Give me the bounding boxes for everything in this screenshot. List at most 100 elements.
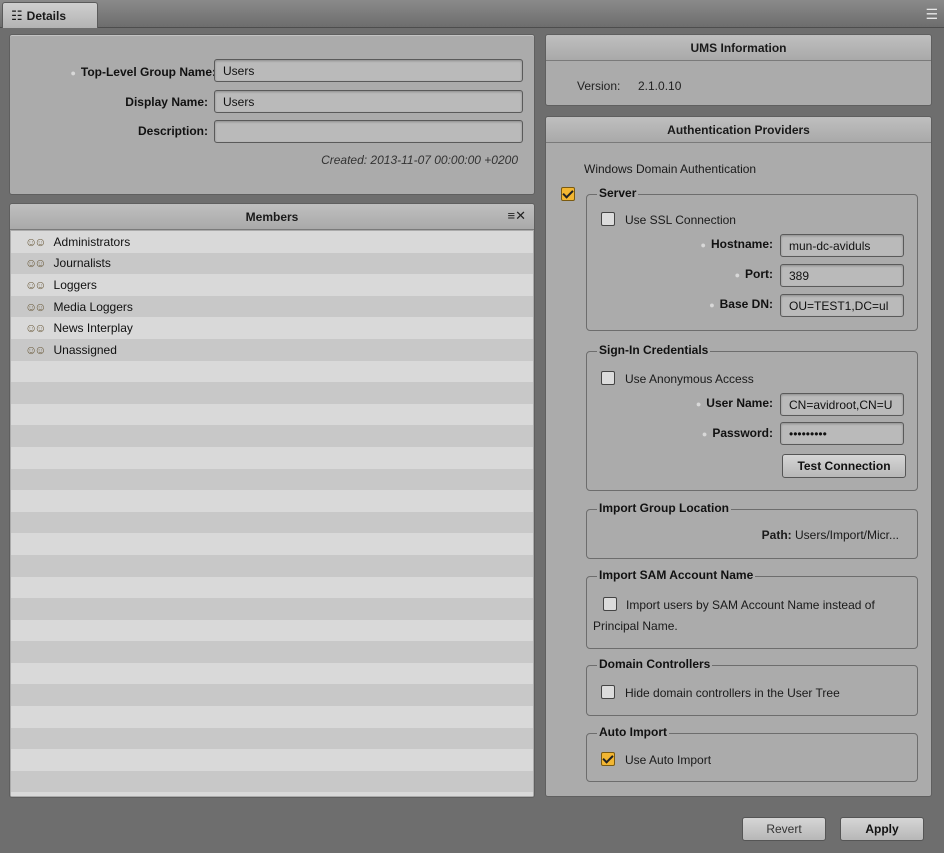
list-icon: ☷ <box>11 7 23 23</box>
group-icon: ☺☺ <box>25 234 46 249</box>
import-sam-group: Import SAM Account Name Import users by … <box>586 568 918 649</box>
import-sam-title: Import SAM Account Name <box>597 568 756 582</box>
server-group: Server Use SSL Connection ●Hostname: ●Po… <box>586 186 918 331</box>
required-marker-icon: ● <box>709 300 715 310</box>
revert-button[interactable]: Revert <box>742 817 826 841</box>
top-level-group-name-label: ● Top-Level Group Name: <box>70 65 216 79</box>
members-header: Members <box>10 204 534 230</box>
import-sam-label-line2: Principal Name. <box>593 619 678 633</box>
username-label: ● User Name: <box>695 396 773 410</box>
group-icon: ☺☺ <box>25 299 46 314</box>
top-level-group-name-input[interactable] <box>214 59 523 82</box>
tab-details-label: Details <box>26 8 67 23</box>
port-input[interactable] <box>780 264 904 287</box>
import-path: Path: Users/Import/Micr... <box>762 528 899 542</box>
list-item[interactable]: ☺☺ Journalists <box>11 252 533 275</box>
windows-domain-label: Windows Domain Authentication <box>584 162 757 176</box>
list-item[interactable]: ☺☺ Loggers <box>11 274 533 296</box>
required-marker-icon: ● <box>695 399 702 409</box>
description-label: Description: <box>137 124 208 138</box>
port-label: ● Port: <box>734 267 773 281</box>
import-sam-checkbox[interactable] <box>603 597 617 611</box>
empty-row <box>11 706 533 728</box>
hostname-input[interactable] <box>780 234 904 257</box>
empty-row <box>11 554 533 577</box>
username-input[interactable] <box>780 393 904 416</box>
members-list: ☺☺ Administrators ☺☺ Journalists ☺☺ Loggers… <box>11 231 533 796</box>
empty-row <box>11 576 533 599</box>
description-input[interactable] <box>214 120 523 143</box>
hostname-label: ● Hostname: <box>700 237 773 251</box>
group-icon: ☺☺ <box>25 256 46 271</box>
password-input[interactable] <box>780 422 904 445</box>
windows-domain-checkbox[interactable] <box>561 187 575 201</box>
empty-row <box>11 360 533 383</box>
empty-row <box>11 382 533 404</box>
empty-row <box>11 792 533 796</box>
auto-import-title: Auto Import <box>597 725 669 739</box>
empty-row <box>11 749 533 771</box>
test-connection-button[interactable]: Test Connection <box>782 454 906 478</box>
use-auto-import-checkbox[interactable] <box>601 752 615 766</box>
tab-details[interactable]: ☷ Details <box>2 2 98 28</box>
sign-in-credentials-group: Sign-In Credentials Use Anonymous Access… <box>586 343 918 491</box>
members-title: Members <box>245 210 299 224</box>
empty-row <box>11 446 533 469</box>
empty-row <box>11 490 533 512</box>
import-group-location-group: Import Group Location Path: Users/Import… <box>586 501 918 559</box>
empty-row <box>11 511 533 534</box>
list-item[interactable]: ☺☺ News Interplay <box>11 317 533 339</box>
anonymous-access-label: Use Anonymous Access <box>625 372 754 386</box>
version-value: 2.1.0.10 <box>638 79 682 93</box>
ums-info-header: UMS Information <box>546 35 931 61</box>
hide-domain-controllers-label: Hide domain controllers in the User Tree <box>625 686 840 700</box>
list-item[interactable]: ☺☺ Unassigned <box>11 338 533 361</box>
empty-row <box>11 403 533 426</box>
members-panel: Members ≡✕ ☺☺ Administrators ☺☺ Journalist… <box>9 203 535 798</box>
hide-domain-controllers-checkbox[interactable] <box>601 685 615 699</box>
empty-row <box>11 619 533 642</box>
clear-filter-icon[interactable]: ≡✕ <box>508 208 526 224</box>
required-marker-icon: ● <box>734 270 740 280</box>
password-label: ● Password: <box>701 426 773 440</box>
apply-button[interactable]: Apply <box>840 817 924 841</box>
group-icon: ☺☺ <box>25 321 46 336</box>
use-auto-import-label: Use Auto Import <box>625 753 712 767</box>
group-icon: ☺☺ <box>25 342 46 357</box>
anonymous-access-checkbox[interactable] <box>601 371 615 385</box>
server-title: Server <box>597 186 639 200</box>
display-name-label: Display Name: <box>125 95 208 109</box>
required-marker-icon: ● <box>701 429 708 439</box>
base-dn-input[interactable] <box>780 294 904 317</box>
use-ssl-checkbox[interactable] <box>601 212 615 226</box>
display-name-input[interactable] <box>214 90 523 113</box>
empty-row <box>11 727 533 750</box>
path-label: Path: <box>761 528 792 542</box>
use-ssl-label: Use SSL Connection <box>625 213 736 227</box>
group-details-panel: ●Top-Level Group Name: Display Name: Des… <box>9 34 535 195</box>
base-dn-label: ● Base DN: <box>709 297 773 311</box>
domain-controllers-title: Domain Controllers <box>597 657 713 671</box>
empty-row <box>11 770 533 793</box>
version-label: Version: <box>577 79 621 93</box>
panel-menu-icon[interactable]: ☰ <box>925 6 938 23</box>
auto-import-group: Auto Import Use Auto Import <box>586 725 918 782</box>
list-item[interactable]: ☺☺ Media Loggers <box>11 295 533 318</box>
import-group-location-title: Import Group Location <box>597 501 731 515</box>
ums-info-panel: UMS Information Version: 2.1.0.10 <box>545 34 932 106</box>
created-timestamp: Created: 2013-11-07 00:00:00 +0200 <box>321 153 518 167</box>
required-marker-icon: ● <box>700 240 706 250</box>
required-marker-icon: ● <box>70 68 76 78</box>
empty-row <box>11 662 533 685</box>
path-value: Users/Import/Micr... <box>794 528 899 542</box>
empty-row <box>11 425 533 447</box>
list-item[interactable]: ☺☺ Administrators <box>11 231 533 253</box>
domain-controllers-group: Domain Controllers Hide domain controlle… <box>586 657 918 716</box>
auth-providers-header: Authentication Providers <box>546 117 931 143</box>
sign-in-credentials-title: Sign-In Credentials <box>597 343 711 357</box>
auth-providers-panel: Authentication Providers Windows Domain … <box>545 116 932 797</box>
group-icon: ☺☺ <box>25 277 46 292</box>
import-sam-label-line1: Import users by SAM Account Name instead… <box>626 598 875 612</box>
empty-row <box>11 533 533 555</box>
tab-bar: ☷ Details ☰ <box>0 0 944 28</box>
